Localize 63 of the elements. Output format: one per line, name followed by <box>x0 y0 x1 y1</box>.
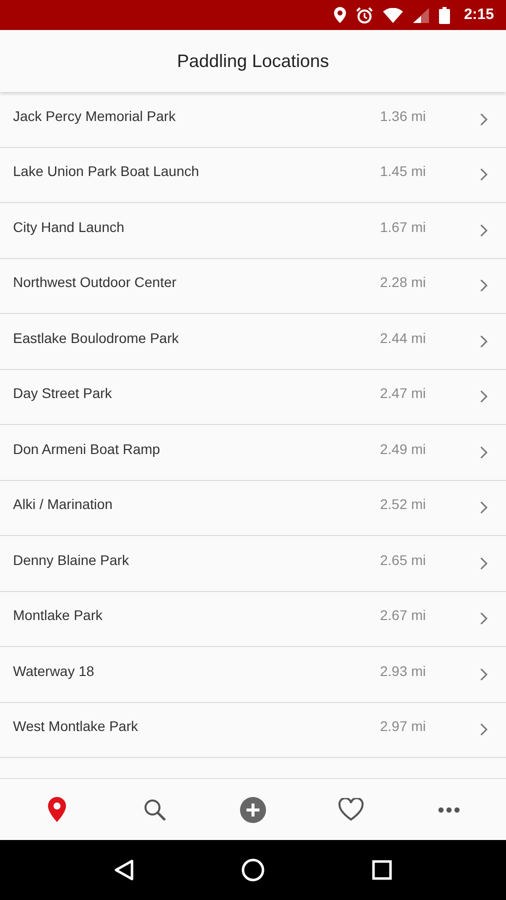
location-row[interactable]: Day Street Park 2.47 mi <box>0 370 506 425</box>
screen-title: Paddling Locations <box>176 50 330 73</box>
chevron-icon <box>480 224 488 237</box>
alarm-icon <box>356 6 373 24</box>
chevron-icon <box>480 668 488 681</box>
location-row[interactable]: West Montlake Park 2.97 mi <box>0 702 506 758</box>
location-name: Northwest Outdoor Center <box>13 273 178 292</box>
location-distance: 2.47 mi <box>380 384 427 404</box>
location-row[interactable]: City Hand Launch 1.67 mi <box>0 203 506 258</box>
location-row[interactable]: Northwest Outdoor Center 2.28 mi <box>0 258 506 314</box>
wifi-icon <box>382 8 403 22</box>
location-row[interactable]: Alki / Marination 2.52 mi <box>0 480 506 536</box>
location-name: Alki / Marination <box>13 495 114 514</box>
signal-icon <box>412 8 429 22</box>
chevron-icon <box>480 334 488 348</box>
location-name: Waterway 18 <box>13 662 96 681</box>
location-name: Denny Blaine Park <box>13 550 130 570</box>
location-name: Eastlake Boulodrome Park <box>13 328 180 348</box>
location-row[interactable]: Jack Percy Memorial Park 1.36 mi <box>0 92 506 148</box>
location-row[interactable]: Eastlake Boulodrome Park 2.44 mi <box>0 314 506 370</box>
chevron-icon <box>480 501 488 514</box>
location-name: West Montlake Park <box>13 717 140 736</box>
chevron-icon <box>480 279 488 292</box>
add-icon <box>240 796 266 822</box>
chevron-icon <box>480 112 488 126</box>
location-name: Day Street Park <box>13 384 113 404</box>
back-icon[interactable] <box>114 859 134 881</box>
location-distance: 2.93 mi <box>380 662 427 681</box>
recents-icon[interactable] <box>372 860 392 880</box>
chevron-icon <box>480 723 488 736</box>
chevron-icon <box>480 556 488 570</box>
location-distance: 2.44 mi <box>380 328 427 348</box>
location-row[interactable]: Don Armeni Boat Ramp 2.49 mi <box>0 425 506 480</box>
location-distance: 2.28 mi <box>380 273 427 292</box>
location-name: Don Armeni Boat Ramp <box>13 440 162 459</box>
battery-icon <box>438 6 450 24</box>
location-distance: 2.49 mi <box>380 440 427 459</box>
chevron-icon <box>480 390 488 404</box>
heart-icon <box>338 798 364 821</box>
location-distance: 2.67 mi <box>380 606 427 626</box>
chevron-icon <box>480 446 488 459</box>
more-icon <box>438 806 460 812</box>
location-name: City Hand Launch <box>13 218 126 237</box>
location-row[interactable]: Lake Union Park Boat Launch 1.45 mi <box>0 148 506 203</box>
location-row[interactable]: Denny Blaine Park 2.65 mi <box>0 536 506 592</box>
location-distance: 1.36 mi <box>380 106 427 126</box>
location-distance: 2.65 mi <box>380 550 427 570</box>
location-distance: 1.67 mi <box>380 218 427 237</box>
location-distance: 1.45 mi <box>380 162 427 182</box>
location-icon <box>334 7 346 23</box>
clock-time: 2:15 <box>464 4 494 25</box>
location-row[interactable]: Montlake Park 2.67 mi <box>0 592 506 647</box>
location-name: Lake Union Park Boat Launch <box>13 162 200 182</box>
location-distance: 2.97 mi <box>380 717 427 736</box>
location-row[interactable]: Waterway 18 2.93 mi <box>0 647 506 702</box>
home-icon[interactable] <box>240 858 265 882</box>
location-distance: 2.52 mi <box>380 495 427 514</box>
search-icon <box>144 798 166 820</box>
map-pin-icon <box>48 797 66 822</box>
location-name: Jack Percy Memorial Park <box>13 106 177 126</box>
chevron-icon <box>480 612 488 626</box>
location-name: Montlake Park <box>13 606 104 626</box>
chevron-icon <box>480 168 488 182</box>
